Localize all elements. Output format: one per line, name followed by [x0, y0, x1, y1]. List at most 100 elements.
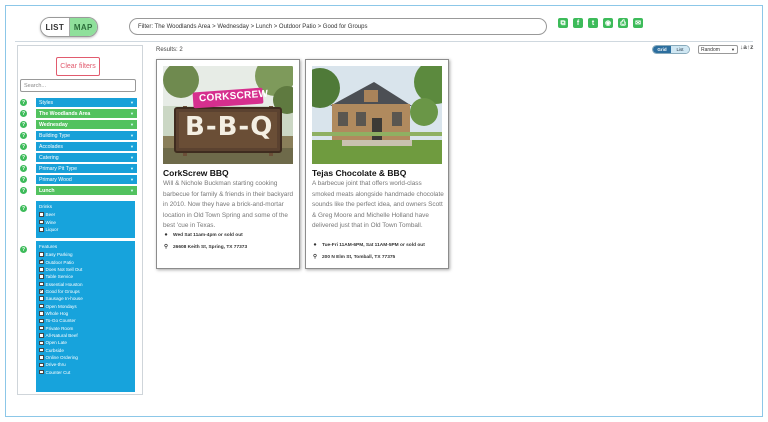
help-icon[interactable]: ? [20, 99, 27, 106]
chevron-down-icon: ▼ [130, 155, 134, 160]
facebook-icon[interactable]: f [573, 18, 583, 28]
help-icon[interactable]: ? [20, 154, 27, 161]
filter-row[interactable]: ? Accolades ▼ [20, 142, 140, 151]
clear-filters-button[interactable]: Clear filters [56, 57, 100, 76]
filter-row[interactable]: ? Catering ▼ [20, 153, 140, 162]
checkbox-beer[interactable]: Beer [39, 211, 132, 218]
checkbox-open-late[interactable]: Open Late [39, 339, 132, 346]
help-icon[interactable]: ? [20, 246, 27, 253]
checkbox[interactable] [39, 318, 44, 324]
filter-row[interactable]: ? Lunch ▼ [20, 186, 140, 195]
checkbox-whole-hog[interactable]: Whole Hog [39, 310, 132, 317]
filter-lunch[interactable]: Lunch ▼ [36, 186, 137, 195]
filter-catering[interactable]: Catering ▼ [36, 153, 137, 162]
checkbox-checked[interactable] [39, 288, 44, 294]
email-icon[interactable]: ✉ [633, 18, 643, 28]
checkbox-easy-parking[interactable]: Easy Parking [39, 251, 132, 258]
checkbox[interactable] [39, 355, 44, 360]
filter-row[interactable]: ? Styles ▼ [20, 98, 140, 107]
checkbox[interactable] [39, 311, 44, 316]
restaurant-card[interactable]: CORKSCREW B-B-Q CorkScrew BBQ Will & Nic… [156, 59, 300, 269]
filter-accolades[interactable]: Accolades ▼ [36, 142, 137, 151]
help-icon[interactable]: ? [20, 143, 27, 150]
print-icon[interactable]: ⎙ [618, 18, 628, 28]
active-filters-bar[interactable]: Filter: The Woodlands Area > Wednesday >… [129, 18, 547, 35]
chevron-down-icon: ▼ [130, 188, 134, 193]
checkbox-wine[interactable]: Wine [39, 218, 132, 225]
checkbox[interactable] [39, 252, 44, 257]
help-icon[interactable]: ? [20, 121, 27, 128]
twitter-icon[interactable]: t [588, 18, 598, 28]
list-view-button-small[interactable]: List [671, 46, 689, 53]
copy-icon[interactable]: ⧉ [558, 18, 568, 28]
checkbox-liquor[interactable]: Liquor [39, 226, 132, 233]
checkbox[interactable] [39, 212, 44, 217]
checkbox[interactable] [39, 281, 44, 287]
checkbox-drive-thru[interactable]: Drive-thru [39, 361, 132, 368]
checkbox-all-natural-beef[interactable]: All-Natural Beef [39, 332, 132, 339]
filter-row[interactable]: ? Building Type ▼ [20, 131, 140, 140]
checkbox-good-for-groups[interactable]: Good for Groups [39, 288, 132, 295]
checkbox[interactable] [39, 219, 44, 225]
checkbox[interactable] [39, 274, 44, 279]
reddit-icon[interactable]: ◉ [603, 18, 613, 28]
clock-icon: ● [164, 232, 168, 238]
checkbox-does-not-sell-out[interactable]: Does Not Sell Out [39, 266, 132, 273]
filter-primary-wood[interactable]: Primary Wood ▼ [36, 175, 137, 184]
filter-wednesday[interactable]: Wednesday ▼ [36, 120, 137, 129]
checkbox[interactable] [39, 369, 44, 375]
checkbox[interactable] [39, 347, 44, 353]
checkbox-sausage-in-house[interactable]: Sausage In-house [39, 295, 132, 302]
filter-row[interactable]: ? Wednesday ▼ [20, 120, 140, 129]
results-count: Results: 2 [156, 47, 183, 53]
checkbox-counter-cut[interactable]: Counter Cut [39, 369, 132, 376]
checkbox[interactable] [39, 267, 44, 272]
help-icon[interactable]: ? [20, 132, 27, 139]
grid-view-button[interactable]: Grid [653, 46, 671, 53]
checkbox-online-ordering[interactable]: Online Ordering [39, 354, 132, 361]
filter-sidebar: Clear filters Search... ? Styles ▼ ? The … [17, 45, 143, 395]
help-icon[interactable]: ? [20, 165, 27, 172]
checkbox-checked[interactable] [39, 258, 44, 265]
checkbox[interactable] [39, 296, 44, 301]
map-pin-icon: ⚲ [312, 254, 318, 260]
checkbox[interactable] [39, 333, 44, 338]
checkbox-curbside[interactable]: Curbside [39, 346, 132, 353]
checkbox[interactable] [39, 340, 44, 346]
checkbox-essential-houston[interactable]: Essential Houston [39, 280, 132, 287]
restaurant-title[interactable]: Tejas Chocolate & BBQ [312, 168, 406, 178]
chevron-down-icon: ▼ [130, 100, 134, 105]
filter-row[interactable]: ? Primary Wood ▼ [20, 175, 140, 184]
sort-select[interactable]: Random ▼ [698, 45, 738, 54]
checkbox[interactable] [39, 303, 44, 309]
filter-row[interactable]: ? Primary Pit Type ▼ [20, 164, 140, 173]
restaurant-card[interactable]: Tejas Chocolate & BBQ A barbecue joint t… [305, 59, 449, 269]
chevron-down-icon: ▼ [130, 166, 134, 171]
restaurant-photo[interactable]: CORKSCREW B-B-Q [163, 66, 293, 164]
restaurant-photo[interactable] [312, 66, 442, 164]
filter-row[interactable]: ? The Woodlands Area ▼ [20, 109, 140, 118]
checkbox[interactable] [39, 227, 44, 232]
help-icon[interactable]: ? [20, 205, 27, 212]
help-icon[interactable]: ? [20, 187, 27, 194]
checkbox-open-mondays[interactable]: Open Mondays [39, 302, 132, 309]
grid-list-toggle[interactable]: Grid List [652, 45, 690, 54]
checkbox-private-room[interactable]: Private Room [39, 324, 132, 331]
filter-primary-pit-type[interactable]: Primary Pit Type ▼ [36, 164, 137, 173]
filter-the-woodlands-area[interactable]: The Woodlands Area ▼ [36, 109, 137, 118]
filter-building-type[interactable]: Building Type ▼ [36, 131, 137, 140]
help-icon[interactable]: ? [20, 176, 27, 183]
list-view-button[interactable]: LIST [41, 18, 70, 36]
checkbox-table-service[interactable]: Table Service [39, 273, 132, 280]
checkbox[interactable] [39, 325, 44, 331]
filter-styles[interactable]: Styles ▼ [36, 98, 137, 107]
restaurant-title[interactable]: CorkScrew BBQ [163, 168, 229, 178]
checkbox-to-go-counter[interactable]: To-Go Counter [39, 317, 132, 324]
list-map-toggle[interactable]: LIST MAP [40, 17, 98, 37]
help-icon[interactable]: ? [20, 110, 27, 117]
checkbox[interactable] [39, 362, 44, 368]
search-input[interactable]: Search... [20, 79, 136, 92]
sort-order-icon[interactable]: ↓a↑z [740, 44, 753, 51]
map-view-button[interactable]: MAP [69, 18, 97, 36]
checkbox-outdoor-patio[interactable]: Outdoor Patio [39, 258, 132, 265]
